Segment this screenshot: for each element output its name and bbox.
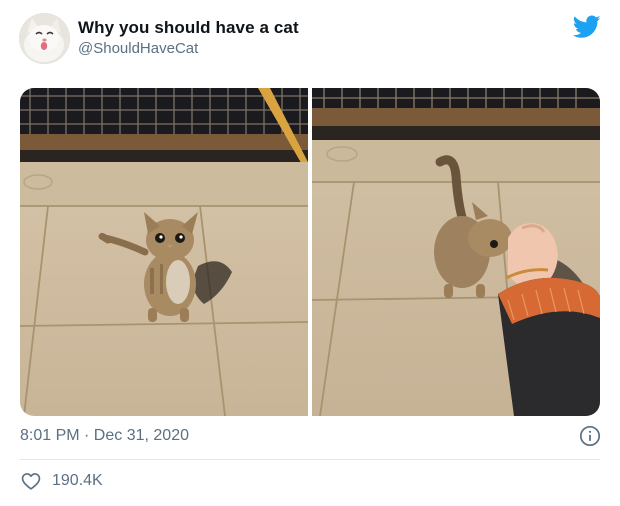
media-grid bbox=[20, 88, 600, 416]
display-name[interactable]: Why you should have a cat bbox=[78, 18, 299, 38]
twitter-bird-icon[interactable] bbox=[573, 15, 601, 39]
kitten-looking-up-image bbox=[20, 88, 308, 416]
avatar[interactable] bbox=[19, 13, 70, 64]
divider bbox=[20, 459, 600, 460]
like-action[interactable]: 190.4K bbox=[20, 470, 103, 492]
tweet-photo-2[interactable] bbox=[312, 88, 600, 416]
tweet-photo-1[interactable] bbox=[20, 88, 308, 416]
tweet-timestamp[interactable]: 8:01 PM · Dec 31, 2020 bbox=[20, 427, 189, 445]
tweet-card: Why you should have a cat @ShouldHaveCat bbox=[0, 0, 620, 506]
user-handle[interactable]: @ShouldHaveCat bbox=[78, 40, 198, 57]
kitten-with-hand-image bbox=[312, 88, 600, 416]
cat-avatar-image bbox=[19, 13, 70, 64]
info-icon[interactable] bbox=[579, 425, 601, 447]
like-count: 190.4K bbox=[52, 472, 103, 489]
heart-icon[interactable] bbox=[20, 470, 42, 492]
